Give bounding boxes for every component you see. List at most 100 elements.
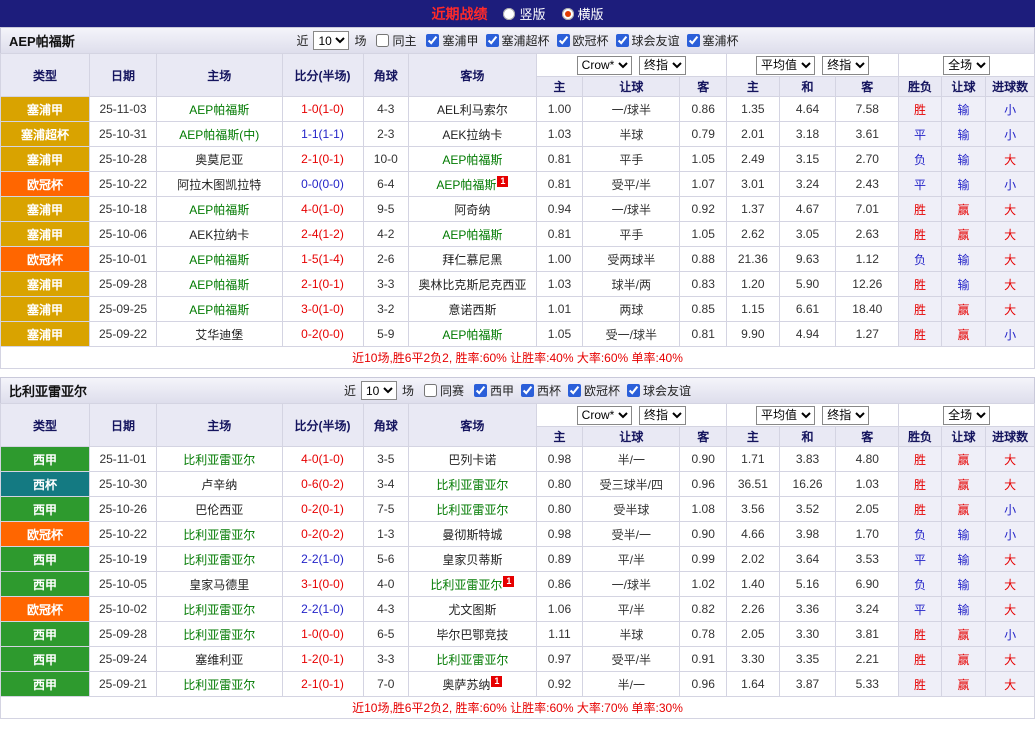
league-filter[interactable]: 西杯 <box>521 382 561 399</box>
league-filter[interactable]: 西甲 <box>474 382 514 399</box>
team-name-link[interactable]: AEP帕福斯(中) <box>179 128 259 142</box>
team-name-link[interactable]: AEP帕福斯 <box>442 228 502 242</box>
odds-away-cell: 0.99 <box>680 547 727 572</box>
team-name-link[interactable]: 比利亚雷亚尔 <box>436 653 508 667</box>
league-checkbox[interactable] <box>486 34 499 47</box>
league-checkbox[interactable] <box>616 34 629 47</box>
team-name-link[interactable]: 卢辛纳 <box>201 478 237 492</box>
team-name-link[interactable]: 曼彻斯特城 <box>442 528 502 542</box>
team-cell: AEP帕福斯 <box>409 222 537 247</box>
goals-cell: 小 <box>986 622 1035 647</box>
team-name-link[interactable]: 比利亚雷亚尔 <box>183 603 255 617</box>
team-name-link[interactable]: 比利亚雷亚尔 <box>183 528 255 542</box>
odds-home-cell: 1.03 <box>536 122 583 147</box>
league-checkbox[interactable] <box>557 34 570 47</box>
team-name-link[interactable]: 皇家贝蒂斯 <box>442 553 502 567</box>
team-name-link[interactable]: AEL利马索尔 <box>437 103 508 117</box>
corner-cell: 6-4 <box>363 172 409 197</box>
team-name-link[interactable]: AEP帕福斯 <box>436 178 496 192</box>
league-filter[interactable]: 塞浦超杯 <box>486 32 550 49</box>
league-filter[interactable]: 欧冠杯 <box>557 32 609 49</box>
radio-vertical-icon[interactable] <box>503 8 515 20</box>
odds-away-cell: 1.02 <box>680 572 727 597</box>
team-name-link[interactable]: 意诺西斯 <box>448 303 496 317</box>
odds-stage-select[interactable]: 终指 <box>639 406 686 425</box>
recent-count-select[interactable]: 10 <box>361 381 397 400</box>
team-name-link[interactable]: 巴伦西亚 <box>195 503 243 517</box>
team-name-link[interactable]: AEK拉纳卡 <box>442 128 502 142</box>
odds-away-cell: 0.92 <box>680 197 727 222</box>
team-name-link[interactable]: 巴列卡诺 <box>448 453 496 467</box>
league-filter[interactable]: 球会友谊 <box>616 32 680 49</box>
league-filter[interactable]: 欧冠杯 <box>568 382 620 399</box>
team-cell: 比利亚雷亚尔1 <box>409 572 537 597</box>
same-filter[interactable]: 同主 <box>376 32 416 49</box>
team-name-link[interactable]: 拜仁慕尼黑 <box>442 253 502 267</box>
radio-horizontal[interactable]: 横版 <box>562 4 604 23</box>
league-checkbox[interactable] <box>474 384 487 397</box>
odds-source-select[interactable]: Crow* <box>577 56 632 75</box>
odds-source-select[interactable]: Crow* <box>577 406 632 425</box>
team-name-link[interactable]: 比利亚雷亚尔 <box>436 503 508 517</box>
league-checkbox[interactable] <box>627 384 640 397</box>
radio-horizontal-icon[interactable] <box>562 8 574 20</box>
col-avg-home: 主 <box>727 427 780 447</box>
team-name-link[interactable]: 塞维利亚 <box>195 653 243 667</box>
team-cell: 比利亚雷亚尔 <box>156 622 282 647</box>
scope-select[interactable]: 全场 <box>943 406 990 425</box>
result-cell: 胜 <box>899 222 942 247</box>
league-checkbox[interactable] <box>521 384 534 397</box>
league-checkbox[interactable] <box>568 384 581 397</box>
avg-source-select[interactable]: 平均值 <box>756 56 815 75</box>
avg-away-cell: 7.01 <box>836 197 899 222</box>
league-checkbox[interactable] <box>426 34 439 47</box>
avg-stage-select[interactable]: 终指 <box>822 56 869 75</box>
result-cell: 胜 <box>899 197 942 222</box>
team-name-link[interactable]: 阿拉木图凯拉特 <box>177 178 261 192</box>
odds-away-cell: 0.88 <box>680 247 727 272</box>
league-checkbox[interactable] <box>687 34 700 47</box>
avg-draw-cell: 4.94 <box>779 322 836 347</box>
team-name-link[interactable]: 比利亚雷亚尔 <box>436 478 508 492</box>
recent-count-select[interactable]: 10 <box>313 31 349 50</box>
team-name-link[interactable]: 比利亚雷亚尔 <box>430 578 502 592</box>
team-name-link[interactable]: 比利亚雷亚尔 <box>183 453 255 467</box>
team-name-link[interactable]: 奥莫尼亚 <box>195 153 243 167</box>
team-name-link[interactable]: AEP帕福斯 <box>189 103 249 117</box>
league-badge: 塞浦甲 <box>1 97 90 122</box>
team-name-link[interactable]: AEP帕福斯 <box>442 153 502 167</box>
team-name-link[interactable]: AEP帕福斯 <box>189 278 249 292</box>
team-name-link[interactable]: 尤文图斯 <box>448 603 496 617</box>
odds-away-cell: 0.85 <box>680 297 727 322</box>
team-name-link[interactable]: AEP帕福斯 <box>189 303 249 317</box>
odds-stage-select[interactable]: 终指 <box>639 56 686 75</box>
avg-draw-cell: 9.63 <box>779 247 836 272</box>
league-filter[interactable]: 球会友谊 <box>627 382 691 399</box>
league-filter[interactable]: 塞浦甲 <box>426 32 478 49</box>
team-name-link[interactable]: 比利亚雷亚尔 <box>183 628 255 642</box>
red-card-badge: 1 <box>497 176 508 187</box>
league-filter[interactable]: 塞浦杯 <box>687 32 739 49</box>
league-filter-label: 球会友谊 <box>632 32 680 49</box>
league-filter-label: 塞浦甲 <box>442 32 478 49</box>
team-name-link[interactable]: AEK拉纳卡 <box>189 228 249 242</box>
header-row-top: 类型 日期 主场 比分(半场) 角球 客场 Crow* 终指 平均值 终指 全场 <box>1 404 1035 427</box>
same-filter[interactable]: 同赛 <box>424 382 464 399</box>
avg-source-select[interactable]: 平均值 <box>756 406 815 425</box>
radio-vertical[interactable]: 竖版 <box>503 4 545 23</box>
team-name-link[interactable]: 毕尔巴鄂竞技 <box>436 628 508 642</box>
team-name-link[interactable]: 比利亚雷亚尔 <box>183 678 255 692</box>
scope-select[interactable]: 全场 <box>943 56 990 75</box>
same-checkbox[interactable] <box>424 384 437 397</box>
team-name-link[interactable]: AEP帕福斯 <box>442 328 502 342</box>
team-name-link[interactable]: 艾华迪堡 <box>195 328 243 342</box>
team-name-link[interactable]: 阿奇纳 <box>454 203 490 217</box>
team-name-link[interactable]: 奥萨苏纳 <box>442 678 490 692</box>
same-checkbox[interactable] <box>376 34 389 47</box>
team-name-link[interactable]: AEP帕福斯 <box>189 253 249 267</box>
team-name-link[interactable]: 皇家马德里 <box>189 578 249 592</box>
team-name-link[interactable]: 比利亚雷亚尔 <box>183 553 255 567</box>
team-name-link[interactable]: 奥林比克斯尼克西亚 <box>418 278 526 292</box>
team-name-link[interactable]: AEP帕福斯 <box>189 203 249 217</box>
avg-stage-select[interactable]: 终指 <box>822 406 869 425</box>
